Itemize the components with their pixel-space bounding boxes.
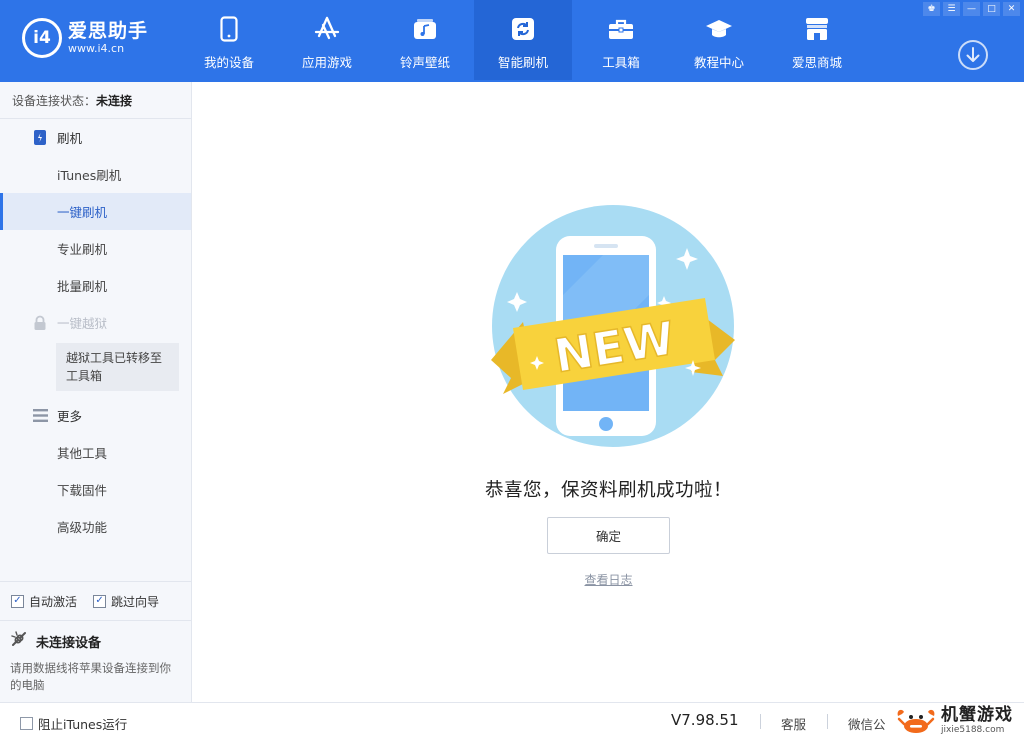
nav-apps-games[interactable]: 应用游戏 <box>278 0 376 80</box>
toolbox-icon <box>606 14 636 44</box>
graduation-cap-icon <box>704 14 734 44</box>
skip-guide-label: 跳过向导 <box>111 594 160 609</box>
checkbox-checked-icon: ✓ <box>11 594 24 608</box>
app-logo: i4 爱思助手 www.i4.cn <box>22 18 148 58</box>
phone-icon <box>214 14 244 44</box>
nav-toolbox[interactable]: 工具箱 <box>572 0 670 80</box>
watermark-url: jixie5188.com <box>941 725 1005 735</box>
menu-button[interactable]: ☰ <box>943 2 960 16</box>
wechat-link[interactable]: 微信公 <box>848 714 886 733</box>
sidebar-item-advanced[interactable]: 高级功能 <box>0 508 191 545</box>
close-button[interactable]: ✕ <box>1003 2 1020 16</box>
more-group-header: 更多 <box>0 397 191 434</box>
jailbreak-group-label: 一键越狱 <box>57 316 108 331</box>
nav-my-device[interactable]: 我的设备 <box>180 0 278 80</box>
sidebar-item-itunes-flash[interactable]: iTunes刷机 <box>0 156 191 193</box>
nav-label: 铃声壁纸 <box>399 55 450 70</box>
download-button[interactable] <box>958 40 988 70</box>
maximize-button[interactable]: □ <box>983 2 1000 16</box>
music-icon <box>410 14 440 44</box>
site-watermark: 机蟹游戏 jixie5188.com <box>893 703 1024 738</box>
store-icon <box>802 14 832 44</box>
main-content: NEW 恭喜您，保资料刷机成功啦！ 确定 查看日志 <box>193 82 1024 702</box>
nav-ringtones-wallpapers[interactable]: 铃声壁纸 <box>376 0 474 80</box>
connection-status-value: 未连接 <box>96 93 133 108</box>
support-link[interactable]: 客服 <box>781 714 806 733</box>
flash-group-header: 刷机 <box>0 119 191 156</box>
title-bar: i4 爱思助手 www.i4.cn 我的设备 应用游戏 铃声壁纸 智能刷机 工具… <box>0 0 1024 82</box>
jailbreak-moved-note: 越狱工具已转移至工具箱 <box>56 343 179 391</box>
status-bar: 阻止iTunes运行 V7.98.51 客服 微信公 机蟹游戏 jixie518… <box>0 702 1024 738</box>
app-name: 爱思助手 <box>68 20 149 42</box>
flash-success-illustration: NEW <box>491 205 735 447</box>
minimize-button[interactable]: — <box>963 2 980 16</box>
device-info-panel: 未连接设备 请用数据线将苹果设备连接到你的电脑 <box>0 622 191 702</box>
confirm-button[interactable]: 确定 <box>547 517 670 554</box>
nav-label: 教程中心 <box>693 55 744 70</box>
nav-label: 智能刷机 <box>497 55 548 70</box>
flash-group-label: 刷机 <box>57 131 83 146</box>
sidebar-item-pro-flash[interactable]: 专业刷机 <box>0 230 191 267</box>
skin-button[interactable]: ♚ <box>923 2 940 16</box>
checkbox-unchecked-icon <box>20 717 33 730</box>
nav-smart-flash[interactable]: 智能刷机 <box>474 0 572 80</box>
more-group-label: 更多 <box>57 409 83 424</box>
device-title: 未连接设备 <box>36 635 102 651</box>
nav-label: 应用游戏 <box>301 55 352 70</box>
connection-status-label: 设备连接状态： <box>12 93 97 108</box>
divider <box>760 714 761 729</box>
sidebar-item-batch-flash[interactable]: 批量刷机 <box>0 267 191 304</box>
arrow-down-icon <box>966 47 980 62</box>
watermark-name: 机蟹游戏 <box>941 705 1013 725</box>
window-controls: ♚ ☰ — □ ✕ <box>923 2 1020 16</box>
divider <box>827 714 828 729</box>
logo-badge: i4 <box>22 18 62 58</box>
block-itunes-checkbox[interactable]: 阻止iTunes运行 <box>20 714 127 733</box>
version-label: V7.98.51 <box>671 711 739 729</box>
flash-options: ✓ 自动激活 ✓ 跳过向导 <box>0 581 191 621</box>
refresh-icon <box>508 14 538 44</box>
block-itunes-label: 阻止iTunes运行 <box>38 717 128 732</box>
lock-icon <box>32 315 48 331</box>
checkbox-checked-icon: ✓ <box>93 594 107 608</box>
disconnected-cable-icon <box>10 630 28 652</box>
view-log-link[interactable]: 查看日志 <box>193 571 1024 588</box>
flash-phone-icon <box>32 130 48 146</box>
nav-label: 我的设备 <box>203 55 254 70</box>
device-description: 请用数据线将苹果设备连接到你的电脑 <box>10 661 171 692</box>
success-message: 恭喜您，保资料刷机成功啦！ <box>484 480 732 501</box>
jailbreak-group-header: 一键越狱 <box>0 304 191 341</box>
crab-logo-icon <box>893 706 939 736</box>
nav-tutorials[interactable]: 教程中心 <box>670 0 768 80</box>
sidebar-item-other-tools[interactable]: 其他工具 <box>0 434 191 471</box>
connection-status: 设备连接状态： 未连接 <box>0 82 191 119</box>
nav-store[interactable]: 爱思商城 <box>768 0 866 80</box>
skip-guide-checkbox[interactable]: ✓ 跳过向导 <box>93 593 159 610</box>
list-icon <box>32 408 48 424</box>
app-url: www.i4.cn <box>68 42 125 55</box>
sidebar-item-download-firmware[interactable]: 下载固件 <box>0 471 191 508</box>
nav-label: 爱思商城 <box>791 55 842 70</box>
auto-activate-label: 自动激活 <box>29 594 78 609</box>
nav-label: 工具箱 <box>602 55 640 70</box>
main-nav: 我的设备 应用游戏 铃声壁纸 智能刷机 工具箱 教程中心 爱思商城 <box>180 0 866 82</box>
sidebar: 设备连接状态： 未连接 刷机 iTunes刷机 一键刷机 专业刷机 批量刷机 一键… <box>0 82 192 702</box>
auto-activate-checkbox[interactable]: ✓ 自动激活 <box>11 593 77 610</box>
app-store-icon <box>312 14 342 44</box>
sidebar-item-one-click-flash[interactable]: 一键刷机 <box>0 193 191 230</box>
